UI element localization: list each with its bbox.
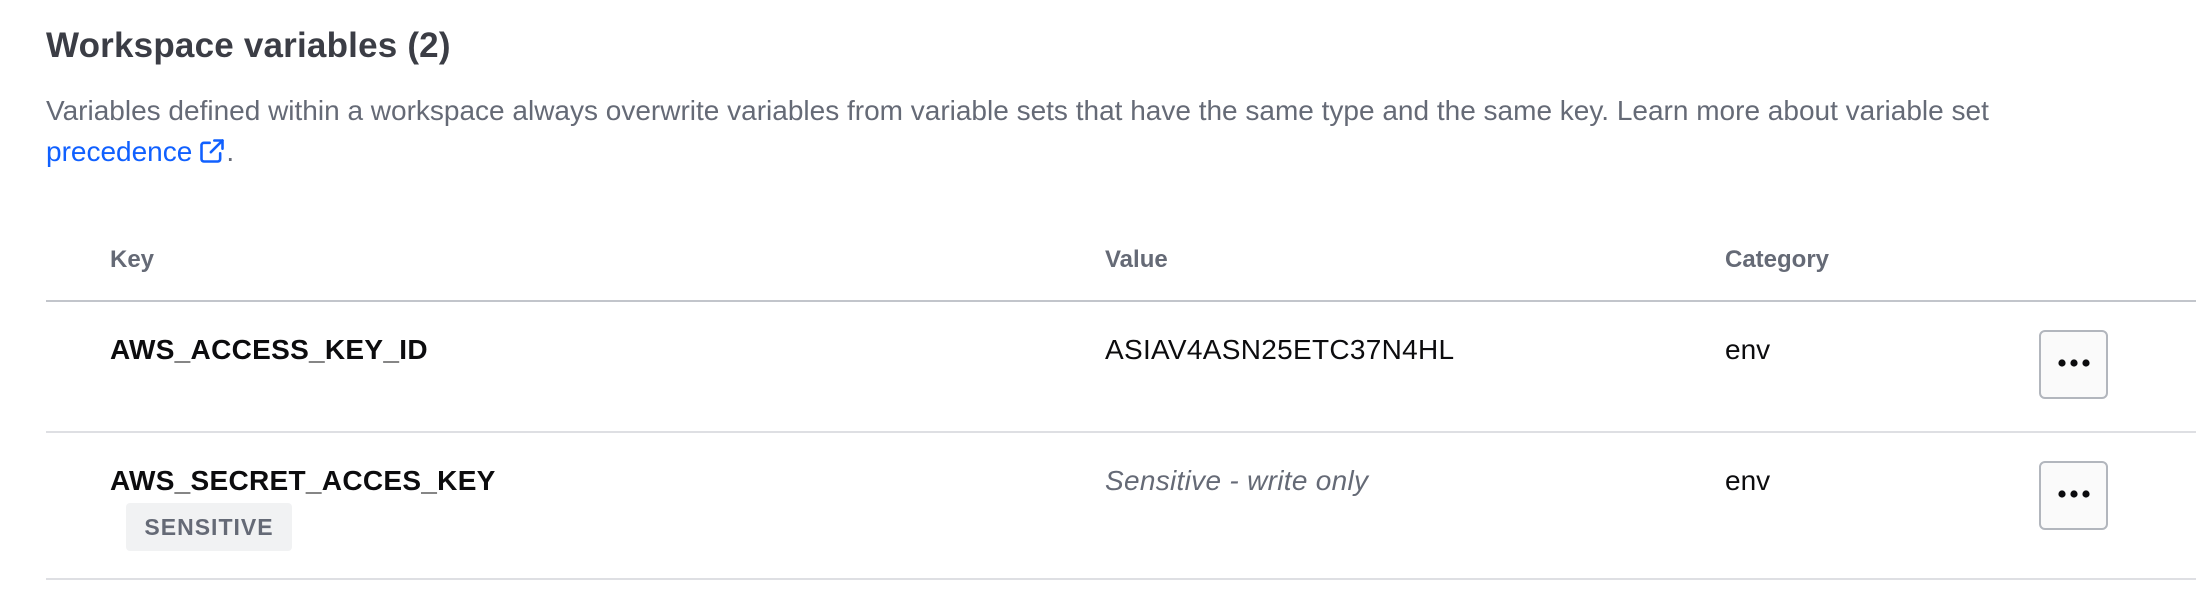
precedence-link-text: precedence <box>46 136 193 167</box>
workspace-variables-panel: Workspace variables (2) Variables define… <box>0 0 2196 608</box>
table-row: AWS_SECRET_ACCES_KEY SENSITIVE Sensitive… <box>46 433 2196 580</box>
variable-value: ASIAV4ASN25ETC37N4HL <box>1105 334 1455 365</box>
precedence-link[interactable]: precedence <box>46 136 226 167</box>
description-period: . <box>226 136 235 167</box>
row-actions-button[interactable] <box>2039 330 2108 399</box>
variable-key: AWS_ACCESS_KEY_ID <box>110 334 428 365</box>
row-actions-button[interactable] <box>2039 461 2108 530</box>
header-key: Key <box>110 246 155 273</box>
header-category: Category <box>1725 246 1830 273</box>
description-text: Variables defined within a workspace alw… <box>46 95 1989 126</box>
header-value: Value <box>1105 246 1168 273</box>
external-link-icon <box>198 135 226 176</box>
variable-key: AWS_SECRET_ACCES_KEY <box>110 465 496 496</box>
more-horizontal-icon <box>2054 487 2094 505</box>
variable-value: Sensitive - write only <box>1105 465 1369 496</box>
table-row: AWS_ACCESS_KEY_ID ASIAV4ASN25ETC37N4HL e… <box>46 302 2196 433</box>
variable-category: env <box>1725 465 1771 496</box>
sensitive-badge: SENSITIVE <box>126 503 292 551</box>
section-title: Workspace variables (2) <box>46 26 451 65</box>
more-horizontal-icon <box>2054 356 2094 374</box>
table-header: Key Value Category <box>46 230 2196 302</box>
variable-category: env <box>1725 334 1771 365</box>
variables-table: Key Value Category AWS_ACCESS_KEY_ID ASI… <box>46 230 2196 580</box>
section-description: Variables defined within a workspace alw… <box>46 90 2146 176</box>
